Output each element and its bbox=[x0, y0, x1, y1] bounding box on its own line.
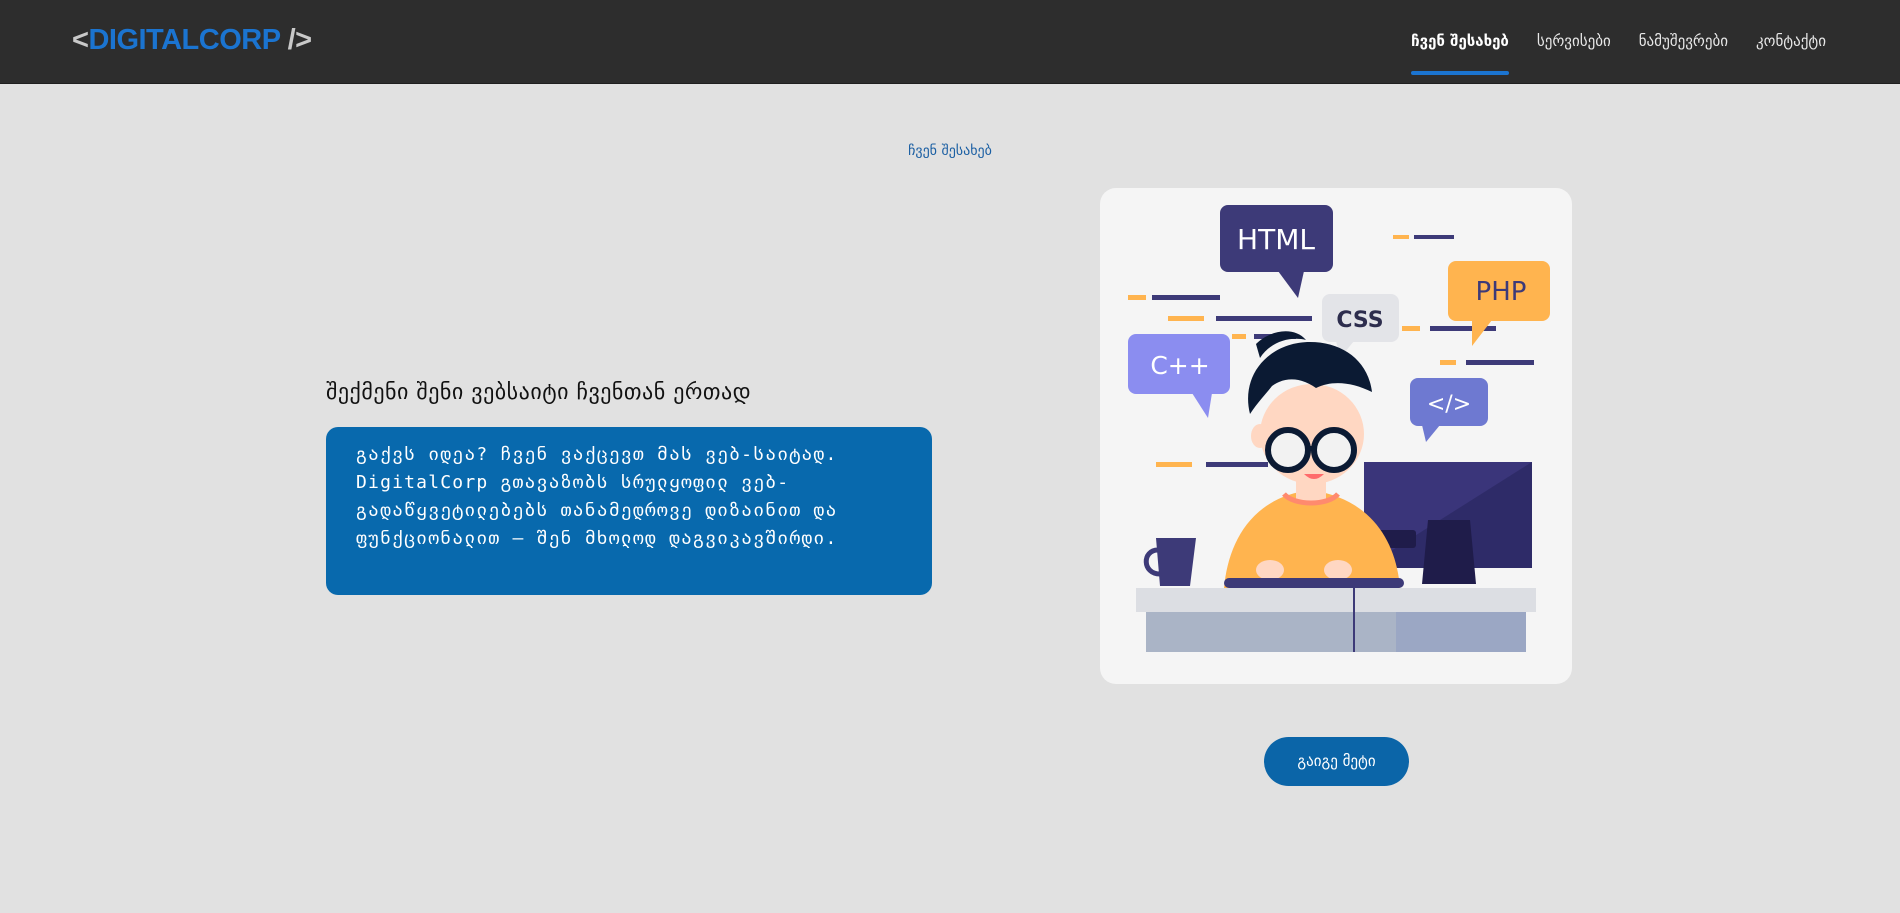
cpp-bubble-label: C++ bbox=[1150, 351, 1209, 380]
cpp-bubble: C++ bbox=[1128, 334, 1230, 418]
desk bbox=[1136, 588, 1536, 652]
nav-item-about[interactable]: ჩვენ შესახებ bbox=[1411, 0, 1509, 83]
html-bubble-label: HTML bbox=[1237, 223, 1315, 256]
section-label-wrapper: ჩვენ შესახებ bbox=[0, 143, 1900, 159]
logo-open-bracket: < bbox=[72, 24, 89, 56]
php-bubble-label: PHP bbox=[1476, 277, 1527, 307]
mug-icon bbox=[1143, 538, 1196, 586]
site-logo[interactable]: <DIGITALCORP /> bbox=[72, 22, 312, 58]
logo-brand: DIGITALCORP bbox=[88, 24, 281, 56]
keyboard-icon bbox=[1224, 578, 1404, 588]
css-bubble-label: CSS bbox=[1336, 308, 1383, 333]
nav-item-contact[interactable]: კონტაქტი bbox=[1756, 0, 1826, 83]
nav-item-portfolio[interactable]: ნამუშევრები bbox=[1639, 0, 1728, 83]
php-bubble: PHP bbox=[1448, 261, 1550, 346]
learn-more-button[interactable]: გაიგე მეტი bbox=[1264, 737, 1409, 786]
top-navbar: <DIGITALCORP /> ჩვენ შესახებ სერვისები ნ… bbox=[0, 0, 1900, 84]
code-tag-bubble-label: </> bbox=[1427, 392, 1471, 417]
nav-item-services[interactable]: სერვისები bbox=[1537, 0, 1611, 83]
code-tag-bubble: </> bbox=[1410, 378, 1488, 442]
main-nav: ჩვენ შესახებ სერვისები ნამუშევრები კონტა… bbox=[1383, 0, 1826, 83]
illustration-card: HTML CSS PHP C++ </> bbox=[1100, 188, 1572, 684]
html-bubble: HTML bbox=[1220, 205, 1333, 298]
logo-close-bracket: /> bbox=[280, 24, 313, 56]
developer-figure bbox=[1224, 331, 1400, 588]
about-headline: შექმენი შენი ვებსაიტი ჩვენთან ერთად bbox=[326, 380, 752, 405]
section-label: ჩვენ შესახებ bbox=[908, 143, 992, 159]
about-description-box: გაქვს იდეა? ჩვენ ვაქცევთ მას ვებ-საიტად.… bbox=[326, 427, 932, 595]
developer-illustration: HTML CSS PHP C++ </> bbox=[1128, 205, 1550, 652]
about-description: გაქვს იდეა? ჩვენ ვაქცევთ მას ვებ-საიტად.… bbox=[356, 444, 838, 549]
